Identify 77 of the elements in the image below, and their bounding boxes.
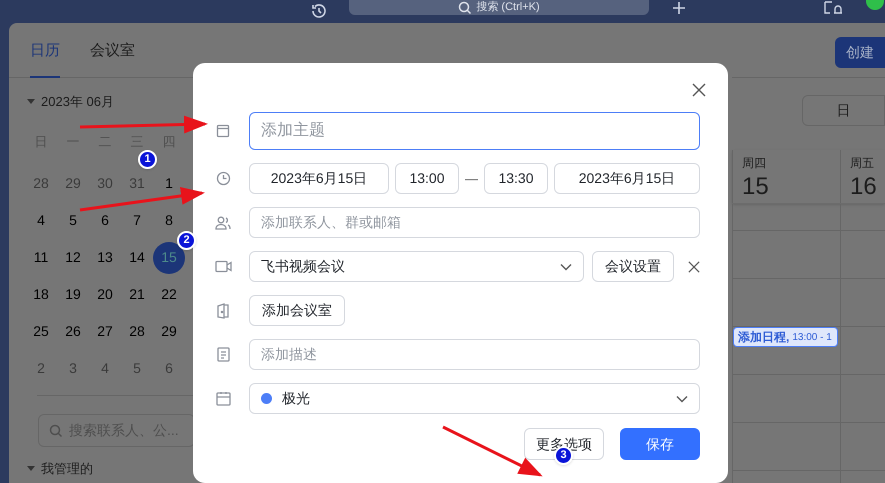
calendar-day[interactable]: 29 xyxy=(161,321,177,342)
calendar-day[interactable]: 22 xyxy=(161,284,177,305)
search-bar[interactable]: 搜索 (Ctrl+K) xyxy=(349,0,649,15)
close-icon[interactable] xyxy=(688,260,700,272)
calendar-day[interactable]: 30 xyxy=(97,173,113,194)
dash: — xyxy=(465,170,478,188)
calendar-day[interactable]: 4 xyxy=(37,210,45,231)
caret-icon[interactable] xyxy=(27,99,35,104)
view-button[interactable]: 日 xyxy=(802,95,885,126)
calendar-day[interactable]: 1 xyxy=(165,173,173,194)
chevron-down-icon xyxy=(676,394,688,402)
calendar-day[interactable]: 20 xyxy=(97,284,113,305)
calendar-day[interactable]: 29 xyxy=(65,173,81,194)
calendar-day[interactable]: 31 xyxy=(129,173,145,194)
calendar-day[interactable]: 26 xyxy=(65,321,81,342)
tab[interactable]: 日历 xyxy=(30,38,60,78)
calendar-day[interactable]: 28 xyxy=(33,173,49,194)
calendar-day[interactable]: 21 xyxy=(129,284,145,305)
calendar-day[interactable]: 3 xyxy=(69,358,77,379)
event-title: 添加日程, xyxy=(738,329,790,346)
calendar-day[interactable]: 7 xyxy=(133,210,141,231)
weekday-label: 周五 xyxy=(850,155,875,172)
calendar-select[interactable]: 极光 xyxy=(249,383,700,414)
tab[interactable]: 会议室 xyxy=(90,38,135,78)
door-icon xyxy=(216,302,230,318)
guests-input[interactable]: 添加联系人、群或邮箱 xyxy=(249,207,700,238)
meeting-type-select[interactable]: 飞书视频会议 xyxy=(249,251,584,282)
calendar-day[interactable]: 11 xyxy=(34,247,48,268)
bell-icon[interactable] xyxy=(823,0,843,16)
meeting-settings-button[interactable]: 会议设置 xyxy=(592,251,674,282)
calendar-day[interactable]: 28 xyxy=(129,321,145,342)
clock-icon xyxy=(216,171,230,186)
history-icon[interactable] xyxy=(310,2,328,20)
calendar-day[interactable]: 6 xyxy=(165,358,173,379)
description-input[interactable]: 添加描述 xyxy=(249,339,700,370)
section-label[interactable]: 我管理的 xyxy=(41,459,93,478)
day-number: 16 xyxy=(850,172,878,202)
calendar-day[interactable]: 5 xyxy=(133,358,141,379)
create-button[interactable]: 创建 xyxy=(835,37,885,68)
calendar-day[interactable]: 12 xyxy=(65,247,81,268)
chevron-down-icon xyxy=(560,262,572,270)
calendar-day[interactable]: 19 xyxy=(65,284,81,305)
date-field[interactable]: 2023年6月15日 xyxy=(554,163,700,194)
month-label[interactable]: 2023年 06月 xyxy=(41,92,114,112)
add-room-button[interactable]: 添加会议室 xyxy=(249,295,345,326)
calendar-day[interactable]: 6 xyxy=(101,210,109,231)
event-time: 13:00 - 1 xyxy=(792,330,832,344)
time-field[interactable]: 13:00 xyxy=(395,163,459,194)
weekday-label: 周四 xyxy=(742,155,767,172)
calendar-name: 极光 xyxy=(282,389,310,408)
calendar-day[interactable]: 13 xyxy=(97,247,113,268)
calendar-day[interactable]: 2 xyxy=(37,358,45,379)
title-input[interactable]: 添加主题 xyxy=(249,112,700,150)
square-icon xyxy=(216,124,230,138)
calendar-icon xyxy=(216,391,230,406)
close-icon[interactable] xyxy=(692,83,706,97)
search-icon xyxy=(458,0,472,14)
event-chip[interactable]: 添加日程, 13:00 - 1 xyxy=(733,327,838,347)
video-camera-icon xyxy=(214,260,232,273)
time-field[interactable]: 13:30 xyxy=(484,163,548,194)
calendar-day[interactable]: 27 xyxy=(97,321,113,342)
search-placeholder: 搜索 (Ctrl+K) xyxy=(476,2,540,13)
calendar-day[interactable]: 14 xyxy=(129,247,145,268)
document-icon xyxy=(216,347,230,362)
people-icon xyxy=(215,216,231,230)
day-number: 15 xyxy=(742,172,770,202)
save-button[interactable]: 保存 xyxy=(620,428,700,460)
date-field[interactable]: 2023年6月15日 xyxy=(249,163,389,194)
calendar-day[interactable]: 8 xyxy=(165,210,173,231)
search-icon xyxy=(49,424,63,438)
calendar-day[interactable]: 15 xyxy=(153,242,185,274)
caret-icon[interactable] xyxy=(27,466,35,472)
calendar-day[interactable]: 4 xyxy=(101,358,109,379)
calendar-day[interactable]: 25 xyxy=(33,321,49,342)
calendar-day[interactable]: 5 xyxy=(69,210,77,231)
plus-icon[interactable] xyxy=(671,0,687,16)
calendar-day[interactable]: 18 xyxy=(33,284,49,305)
